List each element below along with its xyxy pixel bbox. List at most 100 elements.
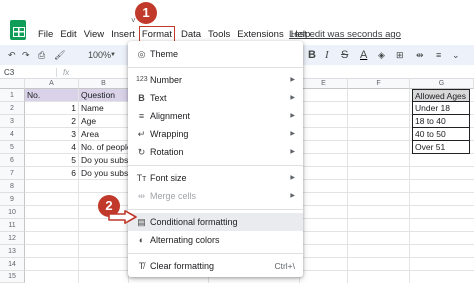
cell-a1[interactable]: No. [25, 89, 79, 102]
menu-item-label: Alignment [150, 111, 191, 121]
menu-item-theme[interactable]: ◎ Theme [128, 45, 303, 63]
row-header[interactable]: 3 [0, 115, 25, 128]
row-header[interactable]: 14 [0, 258, 25, 271]
text-color-button[interactable]: A [360, 48, 367, 62]
cell-g3[interactable]: 18 to 40 [412, 115, 470, 128]
column-header-g[interactable]: G [410, 79, 474, 89]
zoom-select[interactable]: 100% [88, 48, 111, 62]
row-header[interactable]: 15 [0, 271, 25, 283]
row-header[interactable]: 5 [0, 141, 25, 154]
merge-icon: ⇹ [137, 191, 146, 201]
print-icon[interactable]: ⎙ [38, 48, 45, 62]
row-header[interactable]: 13 [0, 245, 25, 258]
menu-item-clear-formatting[interactable]: T̸ Clear formatting Ctrl+\ [128, 257, 303, 275]
undo-icon[interactable]: ↶ [8, 48, 16, 62]
row-header[interactable]: 10 [0, 206, 25, 219]
wrap-icon: ↵ [137, 129, 146, 139]
row-header[interactable]: 7 [0, 167, 25, 180]
strikethrough-button[interactable]: S [341, 48, 348, 62]
menu-item-label: Font size [150, 173, 187, 183]
cell-a2[interactable]: 1 [25, 102, 79, 115]
italic-button[interactable]: I [325, 48, 329, 62]
menu-item-text[interactable]: B Text ▶ [128, 89, 303, 107]
sheets-logo-icon[interactable] [10, 20, 26, 40]
menu-item-label: Number [150, 75, 183, 85]
cell-g5[interactable]: Over 51 [412, 141, 470, 154]
cell-a7[interactable]: 6 [25, 167, 79, 180]
cell-g1[interactable]: Allowed Ages [412, 89, 470, 102]
cell-b7[interactable]: Do you subscri [79, 167, 129, 180]
menu-item-alternating-colors[interactable]: ◐ Alternating colors [128, 231, 303, 249]
cell-b1[interactable]: Question [79, 89, 129, 102]
cell-g4[interactable]: 40 to 50 [412, 128, 470, 141]
chevron-right-icon: ▶ [290, 77, 295, 83]
menu-item-conditional-formatting[interactable]: ▤ Conditional formatting [128, 213, 303, 231]
borders-icon[interactable]: ⊞ [396, 48, 404, 62]
clear-formatting-icon: T̸ [138, 261, 145, 271]
cell-b4[interactable]: Area [79, 128, 129, 141]
row-header[interactable]: 6 [0, 154, 25, 167]
column-header-b[interactable]: B [79, 79, 129, 89]
cell-b3[interactable]: Age [79, 115, 129, 128]
row-header[interactable]: 11 [0, 219, 25, 232]
row-header[interactable]: 2 [0, 102, 25, 115]
chevron-right-icon: ▶ [290, 131, 295, 137]
align-icon: ≡ [138, 111, 145, 121]
menu-divider [128, 165, 303, 166]
menu-item-alignment[interactable]: ≡ Alignment ▶ [128, 107, 303, 125]
select-all-corner[interactable] [0, 79, 25, 89]
menu-item-label: Clear formatting [150, 261, 215, 271]
column-header-a[interactable]: A [25, 79, 79, 89]
column-header-f[interactable]: F [348, 79, 410, 89]
cell-a6[interactable]: 5 [25, 154, 79, 167]
chevron-right-icon: ▶ [290, 149, 295, 155]
rotation-icon: ↻ [137, 147, 146, 157]
chevron-right-icon: ▶ [290, 113, 295, 119]
cell-g2[interactable]: Under 18 [412, 102, 470, 115]
menu-item-number[interactable]: 123 Number ▶ [128, 71, 303, 89]
row-header[interactable]: 9 [0, 193, 25, 206]
redo-icon[interactable]: ↷ [22, 48, 30, 62]
chevron-down-icon[interactable]: ⌄ [452, 48, 460, 62]
row-header[interactable]: 8 [0, 180, 25, 193]
fill-color-icon[interactable]: ◈ [378, 48, 385, 62]
paint-format-icon[interactable]: 🖌 [54, 48, 65, 62]
menu-item-label: Rotation [150, 147, 184, 157]
cell-a4[interactable]: 3 [25, 128, 79, 141]
number-format-icon: 123 [136, 76, 148, 83]
cell-a3[interactable]: 2 [25, 115, 79, 128]
last-edit-link[interactable]: Last edit was seconds ago [289, 27, 401, 43]
name-box[interactable]: C3 [4, 66, 14, 79]
cell-a5[interactable]: 4 [25, 141, 79, 154]
menu-item-label: Merge cells [150, 191, 197, 201]
bold-icon: B [138, 93, 145, 103]
pointer-arrow-icon [108, 210, 137, 224]
chevron-right-icon: ▶ [290, 95, 295, 101]
menu-edit[interactable]: Edit [60, 27, 76, 43]
menu-item-rotation[interactable]: ↻ Rotation ▶ [128, 143, 303, 161]
menu-item-label: Wrapping [150, 129, 189, 139]
chevron-down-icon[interactable]: ▼ [110, 48, 116, 62]
merge-icon[interactable]: ⇹ [416, 48, 424, 62]
alternating-colors-icon: ◐ [138, 235, 145, 245]
keyboard-shortcut: Ctrl+\ [274, 261, 295, 271]
row-header[interactable]: 12 [0, 232, 25, 245]
cell-b6[interactable]: Do you subscri [79, 154, 129, 167]
column-header-e[interactable]: E [300, 79, 348, 89]
menu-view[interactable]: View [84, 27, 104, 43]
divider [56, 68, 57, 77]
bold-button[interactable]: B [308, 48, 316, 62]
fx-icon: fx [63, 68, 70, 77]
align-left-icon[interactable]: ≡ [436, 48, 441, 62]
menu-item-wrapping[interactable]: ↵ Wrapping ▶ [128, 125, 303, 143]
font-size-icon: Tт [136, 173, 147, 183]
menu-item-label: Text [150, 93, 167, 103]
row-header[interactable]: 4 [0, 128, 25, 141]
menu-file[interactable]: File [38, 27, 53, 43]
cell-b5[interactable]: No. of people [79, 141, 129, 154]
menu-divider [128, 253, 303, 254]
menu-item-font-size[interactable]: Tт Font size ▶ [128, 169, 303, 187]
menu-item-merge-cells[interactable]: ⇹ Merge cells ▶ [128, 187, 303, 205]
row-header[interactable]: 1 [0, 89, 25, 102]
cell-b2[interactable]: Name [79, 102, 129, 115]
